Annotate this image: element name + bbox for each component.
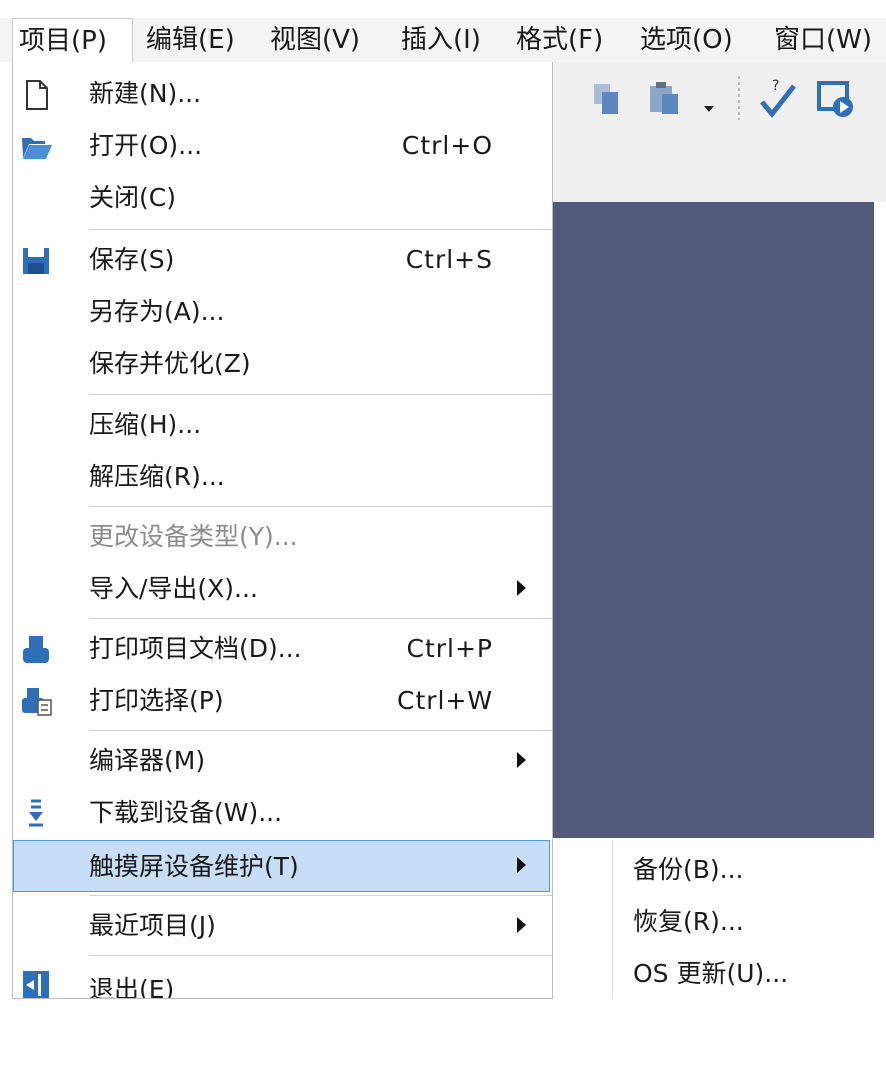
menu-item-label: 打开(O)... (89, 131, 203, 160)
menu-item-label: 压缩(H)... (89, 410, 202, 439)
menu-item-label: 更改设备类型(Y)... (89, 522, 298, 551)
menu-item-label: 打印选择(P) (89, 686, 224, 715)
menu-item-label: 关闭(C) (89, 183, 176, 212)
menu-item-open[interactable]: 打开(O)... Ctrl+O (13, 120, 552, 172)
menu-item-label: 保存并优化(Z) (89, 349, 251, 378)
menubar: 项目(P) 编辑(E) 视图(V) 插入(I) 格式(F) 选项(O) 窗口(W… (0, 18, 886, 62)
menu-item-hmi-maintenance[interactable]: 触摸屏设备维护(T) (13, 840, 550, 892)
menu-separator (89, 618, 552, 619)
menu-item-label: 打印项目文档(D)... (89, 634, 302, 663)
menu-item-exit[interactable]: 退出(E) (13, 960, 552, 998)
menu-item-save[interactable]: 保存(S) Ctrl+S (13, 234, 552, 286)
menu-item-close[interactable]: 关闭(C) (13, 172, 552, 224)
toolbar: ? (552, 62, 886, 136)
submenu-arrow-icon (517, 857, 526, 873)
save-icon (23, 248, 49, 274)
menu-edit[interactable]: 编辑(E) (146, 18, 235, 62)
menu-separator (89, 506, 552, 507)
menu-item-label: 下载到设备(W)... (89, 798, 283, 827)
submenu-arrow-icon (517, 580, 526, 596)
menu-item-shortcut: Ctrl+W (397, 686, 494, 715)
dropdown-arrow-icon[interactable] (702, 104, 716, 114)
menu-item-new[interactable]: 新建(N)... (13, 68, 552, 120)
menu-item-change-device-type: 更改设备类型(Y)... (13, 511, 552, 563)
menu-project[interactable]: 项目(P) (12, 18, 133, 62)
menu-item-download-to-device[interactable]: 下载到设备(W)... (13, 787, 552, 839)
menu-view[interactable]: 视图(V) (270, 18, 360, 62)
exit-icon (23, 971, 49, 998)
menu-item-print-project[interactable]: 打印项目文档(D)... Ctrl+P (13, 623, 552, 675)
menu-separator (89, 895, 552, 896)
menu-item-save-as[interactable]: 另存为(A)... (13, 286, 552, 338)
menu-window[interactable]: 窗口(W) (774, 18, 872, 62)
submenu-arrow-icon (517, 752, 526, 768)
copy-icon[interactable] (592, 82, 622, 116)
submenu-item-backup[interactable]: 备份(B)... (633, 844, 744, 896)
menu-item-compiler[interactable]: 编译器(M) (13, 735, 552, 787)
menu-options[interactable]: 选项(O) (640, 18, 733, 62)
menu-format[interactable]: 格式(F) (516, 18, 603, 62)
menu-separator (89, 955, 552, 956)
new-file-icon (26, 80, 48, 110)
menu-item-label: 退出(E) (89, 975, 175, 998)
open-folder-icon (22, 138, 52, 159)
submenu-arrow-icon (517, 917, 526, 933)
download-icon (29, 799, 43, 827)
menu-item-label: 新建(N)... (89, 79, 202, 108)
menu-separator (89, 394, 552, 395)
print-icon (23, 636, 49, 663)
menu-item-label: 保存(S) (89, 245, 175, 274)
workspace-area (552, 202, 874, 838)
menu-item-recent-projects[interactable]: 最近项目(J) (13, 900, 552, 952)
help-check-icon[interactable]: ? (758, 76, 798, 120)
menu-item-decompress[interactable]: 解压缩(R)... (13, 451, 552, 503)
menu-item-label: 另存为(A)... (89, 297, 225, 326)
menu-insert[interactable]: 插入(I) (401, 18, 481, 62)
menu-separator (89, 229, 552, 230)
menu-item-shortcut: Ctrl+S (405, 245, 493, 274)
menu-item-label: 解压缩(R)... (89, 462, 225, 491)
menu-item-label: 触摸屏设备维护(T) (89, 852, 299, 881)
menu-item-compress[interactable]: 压缩(H)... (13, 399, 552, 451)
submenu-item-os-update[interactable]: OS 更新(U)... (633, 948, 788, 1000)
menu-item-label: 导入/导出(X)... (89, 574, 258, 603)
print-selection-icon (22, 688, 52, 716)
toolbar-separator (738, 76, 740, 120)
paste-icon[interactable] (648, 80, 682, 116)
toolbar-row-2 (552, 136, 886, 202)
menu-item-shortcut: Ctrl+P (406, 634, 493, 663)
run-simulation-icon[interactable] (816, 80, 856, 120)
hmi-maintenance-submenu: 备份(B)... 恢复(R)... OS 更新(U)... (612, 840, 875, 1000)
menu-item-label: 编译器(M) (89, 746, 206, 775)
svg-text:?: ? (772, 78, 779, 94)
menu-item-print-selection[interactable]: 打印选择(P) Ctrl+W (13, 675, 552, 727)
menu-item-save-optimize[interactable]: 保存并优化(Z) (13, 338, 552, 390)
menu-separator (89, 730, 552, 731)
menu-item-label: 最近项目(J) (89, 911, 216, 940)
menu-item-shortcut: Ctrl+O (401, 131, 493, 160)
menu-item-import-export[interactable]: 导入/导出(X)... (13, 563, 552, 615)
submenu-item-restore[interactable]: 恢复(R)... (633, 896, 744, 948)
page-bottom-area (0, 999, 886, 1070)
project-menu: 新建(N)... 打开(O)... Ctrl+O 关闭(C) 保存(S) Ctr… (12, 62, 553, 999)
